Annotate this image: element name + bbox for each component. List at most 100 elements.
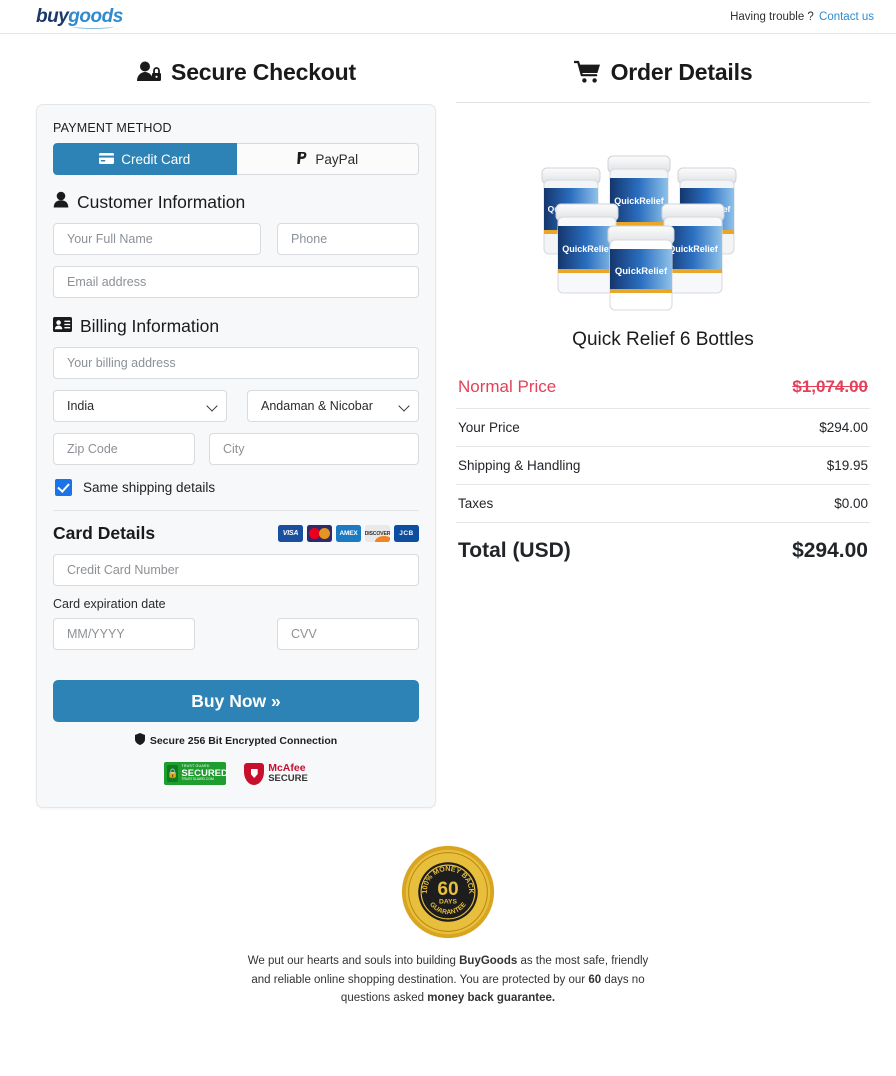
price-row-your-price: Your Price $294.00 bbox=[456, 409, 870, 447]
help-text: Having trouble ? Contact us bbox=[730, 11, 874, 23]
zip-city-row bbox=[53, 433, 419, 465]
card-cvv-input[interactable] bbox=[277, 618, 419, 650]
trustguard-sub-label: TRUSTGUARD.COM bbox=[181, 777, 214, 782]
zip-code-input[interactable] bbox=[53, 433, 195, 465]
order-divider bbox=[456, 102, 870, 103]
page-columns: Secure Checkout PAYMENT METHOD Credit Ca… bbox=[0, 34, 896, 808]
jcb-icon: JCB bbox=[394, 525, 419, 542]
billing-information-heading: Billing Information bbox=[53, 316, 419, 337]
card-brand-icons: VISA AMEX DISCOVER JCB bbox=[278, 525, 419, 542]
billing-address-input[interactable] bbox=[53, 347, 419, 379]
price-amount-normal: $1,074.00 bbox=[792, 377, 868, 396]
price-label-total: Total (USD) bbox=[458, 539, 571, 562]
price-row-taxes: Taxes $0.00 bbox=[456, 485, 870, 523]
card-details-header: Card Details VISA AMEX DISCOVER JCB bbox=[53, 523, 419, 544]
checkout-form-panel: PAYMENT METHOD Credit Card PayPal Custom… bbox=[36, 104, 436, 808]
price-label-normal: Normal Price bbox=[458, 377, 557, 396]
visa-icon: VISA bbox=[278, 525, 303, 542]
card-expiry-input[interactable] bbox=[53, 618, 195, 650]
price-row-total: Total (USD) $294.00 bbox=[456, 523, 870, 574]
price-amount-total: $294.00 bbox=[792, 539, 868, 562]
price-row-normal: Normal Price $1,074.00 bbox=[456, 373, 870, 409]
payment-method-tabs: Credit Card PayPal bbox=[53, 143, 419, 175]
padlock-icon: 🔒 bbox=[167, 765, 179, 782]
tab-credit-card[interactable]: Credit Card bbox=[53, 143, 237, 175]
svg-text:60: 60 bbox=[437, 879, 458, 900]
price-amount-shipping: $19.95 bbox=[826, 458, 868, 473]
email-row bbox=[53, 266, 419, 298]
same-shipping-label: Same shipping details bbox=[83, 480, 216, 495]
top-bar: buygoods Having trouble ? Contact us bbox=[0, 0, 896, 34]
buy-now-button[interactable]: Buy Now » bbox=[53, 680, 419, 722]
price-label-shipping: Shipping & Handling bbox=[458, 458, 581, 473]
card-expiration-label: Card expiration date bbox=[53, 597, 166, 611]
order-details-column: Order Details QuickRelief QuickRelief Qu… bbox=[456, 46, 896, 808]
state-select[interactable] bbox=[247, 390, 419, 422]
mcafee-shield-icon bbox=[244, 762, 265, 785]
city-input[interactable] bbox=[209, 433, 419, 465]
price-label-taxes: Taxes bbox=[458, 496, 494, 511]
logo-text-buy: buy bbox=[36, 6, 69, 27]
price-row-shipping: Shipping & Handling $19.95 bbox=[456, 447, 870, 485]
footer: 100% MONEY BACK GUARANTEE 60 DAYS We put… bbox=[0, 844, 896, 1008]
expiry-cvv-row bbox=[53, 618, 419, 650]
secure-checkout-heading: Secure Checkout bbox=[36, 46, 456, 98]
same-shipping-checkbox[interactable] bbox=[55, 479, 72, 496]
product-name: Quick Relief 6 Bottles bbox=[572, 329, 754, 350]
paypal-icon bbox=[296, 151, 308, 168]
svg-text:DAYS: DAYS bbox=[439, 899, 458, 906]
order-details-title: Order Details bbox=[610, 58, 753, 85]
svg-text:QuickRelief: QuickRelief bbox=[615, 266, 668, 277]
tab-paypal-label: PayPal bbox=[315, 151, 359, 167]
secure-connection-note: Secure 256 Bit Encrypted Connection bbox=[53, 733, 419, 748]
payment-method-label: PAYMENT METHOD bbox=[53, 121, 172, 135]
discover-icon: DISCOVER bbox=[365, 525, 390, 542]
footer-guarantee-text: We put our hearts and souls into buildin… bbox=[238, 952, 658, 1008]
svg-text:QuickRelief: QuickRelief bbox=[562, 244, 613, 254]
footer-days: 60 bbox=[588, 973, 602, 986]
billing-information-title: Billing Information bbox=[80, 316, 220, 336]
mcafee-secure-badge: McAfee SECURE bbox=[244, 762, 308, 785]
card-details-title: Card Details bbox=[53, 523, 156, 543]
full-name-input[interactable] bbox=[53, 223, 261, 255]
billing-address-row bbox=[53, 347, 419, 379]
secure-note-label: Secure 256 Bit Encrypted Connection bbox=[149, 734, 338, 747]
tab-paypal[interactable]: PayPal bbox=[236, 143, 419, 175]
svg-text:QuickRelief: QuickRelief bbox=[614, 196, 665, 206]
logo-swoosh-icon bbox=[72, 24, 114, 29]
credit-card-icon bbox=[99, 152, 115, 167]
product-image: QuickRelief QuickRelief QuickRelief Quic… bbox=[456, 131, 870, 311]
trust-badges: 🔒 TRUST GUARD SECURED TRUSTGUARD.COM McA… bbox=[53, 762, 419, 785]
email-input[interactable] bbox=[53, 266, 419, 298]
price-amount-taxes: $0.00 bbox=[834, 496, 868, 511]
checkout-column: Secure Checkout PAYMENT METHOD Credit Ca… bbox=[0, 46, 456, 808]
tab-credit-card-label: Credit Card bbox=[121, 151, 191, 167]
person-icon bbox=[53, 191, 69, 213]
person-lock-icon bbox=[136, 60, 162, 84]
customer-information-heading: Customer Information bbox=[53, 191, 419, 213]
country-state-row bbox=[53, 390, 419, 422]
footer-brand: BuyGoods bbox=[459, 955, 518, 967]
checkout-title: Secure Checkout bbox=[171, 58, 356, 85]
state-select-wrapper bbox=[247, 390, 419, 422]
shield-icon bbox=[134, 733, 145, 748]
card-number-input[interactable] bbox=[53, 554, 419, 586]
footer-text-part1: We put our hearts and souls into buildin… bbox=[247, 955, 460, 967]
same-shipping-row[interactable]: Same shipping details bbox=[55, 479, 419, 496]
card-number-row bbox=[53, 554, 419, 586]
country-select-wrapper bbox=[53, 390, 227, 422]
mastercard-icon bbox=[307, 525, 332, 542]
buygoods-logo[interactable]: buygoods bbox=[36, 6, 123, 29]
trouble-label: Having trouble ? bbox=[730, 10, 814, 23]
divider bbox=[53, 510, 419, 511]
phone-input[interactable] bbox=[277, 223, 419, 255]
contact-us-link[interactable]: Contact us bbox=[819, 11, 874, 23]
order-details-heading: Order Details bbox=[456, 46, 870, 98]
price-label-your-price: Your Price bbox=[458, 420, 520, 435]
svg-text:QuickRelief: QuickRelief bbox=[668, 244, 719, 254]
price-amount-your-price: $294.00 bbox=[819, 420, 868, 435]
footer-guarantee: money back guarantee. bbox=[427, 992, 556, 1005]
name-phone-row bbox=[53, 223, 419, 255]
shopping-cart-icon bbox=[573, 60, 602, 84]
country-select[interactable] bbox=[53, 390, 227, 422]
